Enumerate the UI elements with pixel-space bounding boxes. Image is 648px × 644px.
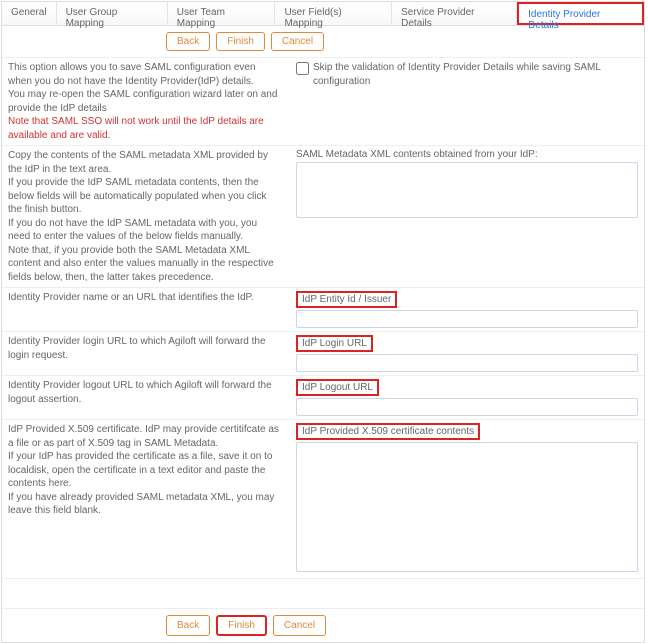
meta-help-1: Copy the contents of the SAML metadata X…: [8, 149, 282, 176]
cert-section: IdP Provided X.509 certificate. IdP may …: [2, 419, 644, 578]
cancel-button-bottom[interactable]: Cancel: [273, 615, 326, 636]
tab-user-fields[interactable]: User Field(s) Mapping: [275, 2, 392, 25]
tab-general[interactable]: General: [2, 2, 57, 25]
tab-service-provider[interactable]: Service Provider Details: [392, 2, 517, 25]
intro-section: This option allows you to save SAML conf…: [2, 57, 644, 145]
entity-section: Identity Provider name or an URL that id…: [2, 287, 644, 331]
tab-bar: General User Group Mapping User Team Map…: [2, 2, 644, 26]
skip-validation-label: Skip the validation of Identity Provider…: [313, 61, 638, 88]
metadata-label: SAML Metadata XML contents obtained from…: [296, 149, 638, 160]
finish-button[interactable]: Finish: [216, 32, 265, 51]
tab-user-team[interactable]: User Team Mapping: [168, 2, 276, 25]
meta-help-4: Note that, if you provide both the SAML …: [8, 244, 282, 285]
meta-help-3: If you do not have the IdP SAML metadata…: [8, 217, 282, 244]
login-help: Identity Provider login URL to which Agi…: [8, 335, 296, 372]
finish-button-bottom[interactable]: Finish: [216, 615, 267, 636]
bottom-button-row: Back Finish Cancel: [2, 608, 644, 642]
skip-validation-checkbox[interactable]: [296, 62, 309, 75]
meta-help-2: If you provide the IdP SAML metadata con…: [8, 176, 282, 217]
login-label: IdP Login URL: [296, 335, 373, 352]
cert-help-3: If you have already provided SAML metada…: [8, 491, 282, 518]
metadata-section: Copy the contents of the SAML metadata X…: [2, 145, 644, 287]
tab-identity-provider[interactable]: Identity Provider Details: [517, 2, 644, 25]
logout-help: Identity Provider logout URL to which Ag…: [8, 379, 296, 416]
cert-help-2: If your IdP has provided the certificate…: [8, 450, 282, 491]
spacer: [2, 578, 644, 608]
back-button-bottom[interactable]: Back: [166, 615, 210, 636]
entity-help: Identity Provider name or an URL that id…: [8, 291, 296, 328]
login-input[interactable]: [296, 354, 638, 372]
entity-input[interactable]: [296, 310, 638, 328]
tab-user-group[interactable]: User Group Mapping: [57, 2, 168, 25]
intro-line1: This option allows you to save SAML conf…: [8, 61, 282, 88]
metadata-textarea[interactable]: [296, 162, 638, 218]
logout-section: Identity Provider logout URL to which Ag…: [2, 375, 644, 419]
config-panel: General User Group Mapping User Team Map…: [1, 1, 645, 643]
skip-validation-row[interactable]: Skip the validation of Identity Provider…: [296, 61, 638, 88]
logout-input[interactable]: [296, 398, 638, 416]
login-section: Identity Provider login URL to which Agi…: [2, 331, 644, 375]
cancel-button[interactable]: Cancel: [271, 32, 324, 51]
back-button[interactable]: Back: [166, 32, 210, 51]
cert-label: IdP Provided X.509 certificate contents: [296, 423, 480, 440]
entity-label: IdP Entity Id / Issuer: [296, 291, 397, 308]
logout-label: IdP Logout URL: [296, 379, 379, 396]
intro-warning: Note that SAML SSO will not work until t…: [8, 115, 282, 142]
cert-textarea[interactable]: [296, 442, 638, 572]
cert-help-1: IdP Provided X.509 certificate. IdP may …: [8, 423, 282, 450]
intro-line2: You may re-open the SAML configuration w…: [8, 88, 282, 115]
